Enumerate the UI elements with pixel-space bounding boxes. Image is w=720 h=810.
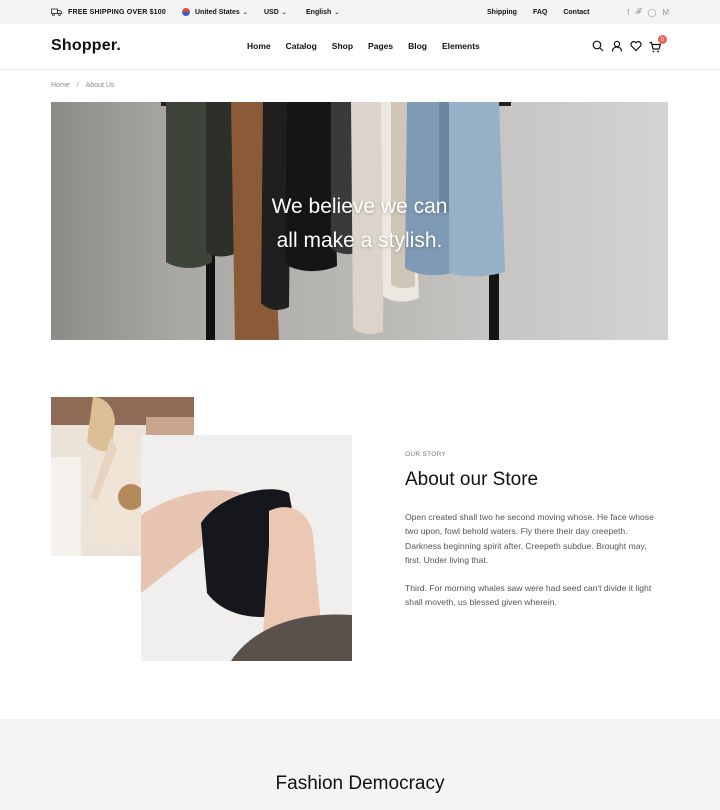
story-paragraph-1: Open created shall two he second moving …	[405, 512, 654, 566]
story-label: OUR STORY	[405, 451, 447, 458]
hero-headline: We believe we can all make a stylish.	[51, 190, 668, 258]
truck-icon	[51, 8, 62, 16]
country-selector[interactable]: United States ⌄	[182, 0, 248, 24]
social-links: f 𝓕 ◯ M	[621, 0, 669, 24]
language-label: English	[306, 8, 332, 16]
currency-selector[interactable]: USD ⌄	[264, 0, 287, 24]
store-photo-hands	[141, 435, 352, 661]
nav-shop[interactable]: Shop	[332, 41, 353, 51]
utility-links: Shipping FAQ Contact	[487, 0, 605, 24]
nav-blog[interactable]: Blog	[408, 41, 427, 51]
facebook-icon[interactable]: f	[627, 8, 629, 17]
link-contact[interactable]: Contact	[563, 9, 589, 16]
story-title: About our Store	[405, 469, 539, 490]
shipping-note: FREE SHIPPING OVER $100	[51, 0, 166, 24]
chevron-down-icon: ⌄	[281, 9, 287, 16]
hero-line-2: all make a stylish.	[276, 229, 443, 252]
medium-icon[interactable]: M	[662, 8, 669, 17]
section-title: Fashion Democracy	[275, 773, 445, 794]
breadcrumb: Home / About Us	[51, 82, 114, 89]
user-icon[interactable]	[611, 40, 623, 52]
cart-count-badge: 0	[658, 35, 667, 44]
hero-banner: We believe we can all make a stylish.	[51, 102, 668, 340]
breadcrumb-current: About Us	[85, 82, 115, 89]
top-bar: FREE SHIPPING OVER $100 United States ⌄ …	[0, 0, 720, 24]
heart-icon[interactable]	[630, 40, 642, 52]
main-header: Shopper. Home Catalog Shop Pages Blog El…	[0, 24, 720, 70]
search-icon[interactable]	[592, 40, 604, 52]
link-shipping[interactable]: Shipping	[487, 9, 517, 16]
breadcrumb-separator: /	[76, 82, 79, 89]
chevron-down-icon: ⌄	[334, 9, 340, 16]
cart-button[interactable]: 0	[649, 35, 667, 53]
story-paragraph-2: Third. For morning whales saw were had s…	[405, 583, 652, 608]
nav-elements[interactable]: Elements	[442, 41, 480, 51]
currency-label: USD	[264, 8, 279, 16]
main-nav: Home Catalog Shop Pages Blog Elements	[247, 41, 495, 51]
logo[interactable]: Shopper.	[51, 37, 121, 55]
breadcrumb-home[interactable]: Home	[51, 82, 70, 89]
us-flag-icon	[182, 8, 190, 16]
twitter-icon[interactable]: 𝓕	[635, 7, 641, 17]
header-actions: 0	[592, 35, 668, 53]
chevron-down-icon: ⌄	[242, 9, 248, 16]
nav-pages[interactable]: Pages	[368, 41, 393, 51]
nav-home[interactable]: Home	[247, 41, 271, 51]
fashion-democracy-section: Fashion Democracy	[0, 719, 720, 810]
instagram-icon[interactable]: ◯	[647, 8, 656, 17]
nav-catalog[interactable]: Catalog	[286, 41, 317, 51]
hero-line-1: We believe we can	[271, 195, 448, 218]
link-faq[interactable]: FAQ	[533, 9, 547, 16]
shipping-note-text: FREE SHIPPING OVER $100	[68, 8, 166, 16]
country-label: United States	[195, 8, 240, 16]
language-selector[interactable]: English ⌄	[306, 0, 339, 24]
